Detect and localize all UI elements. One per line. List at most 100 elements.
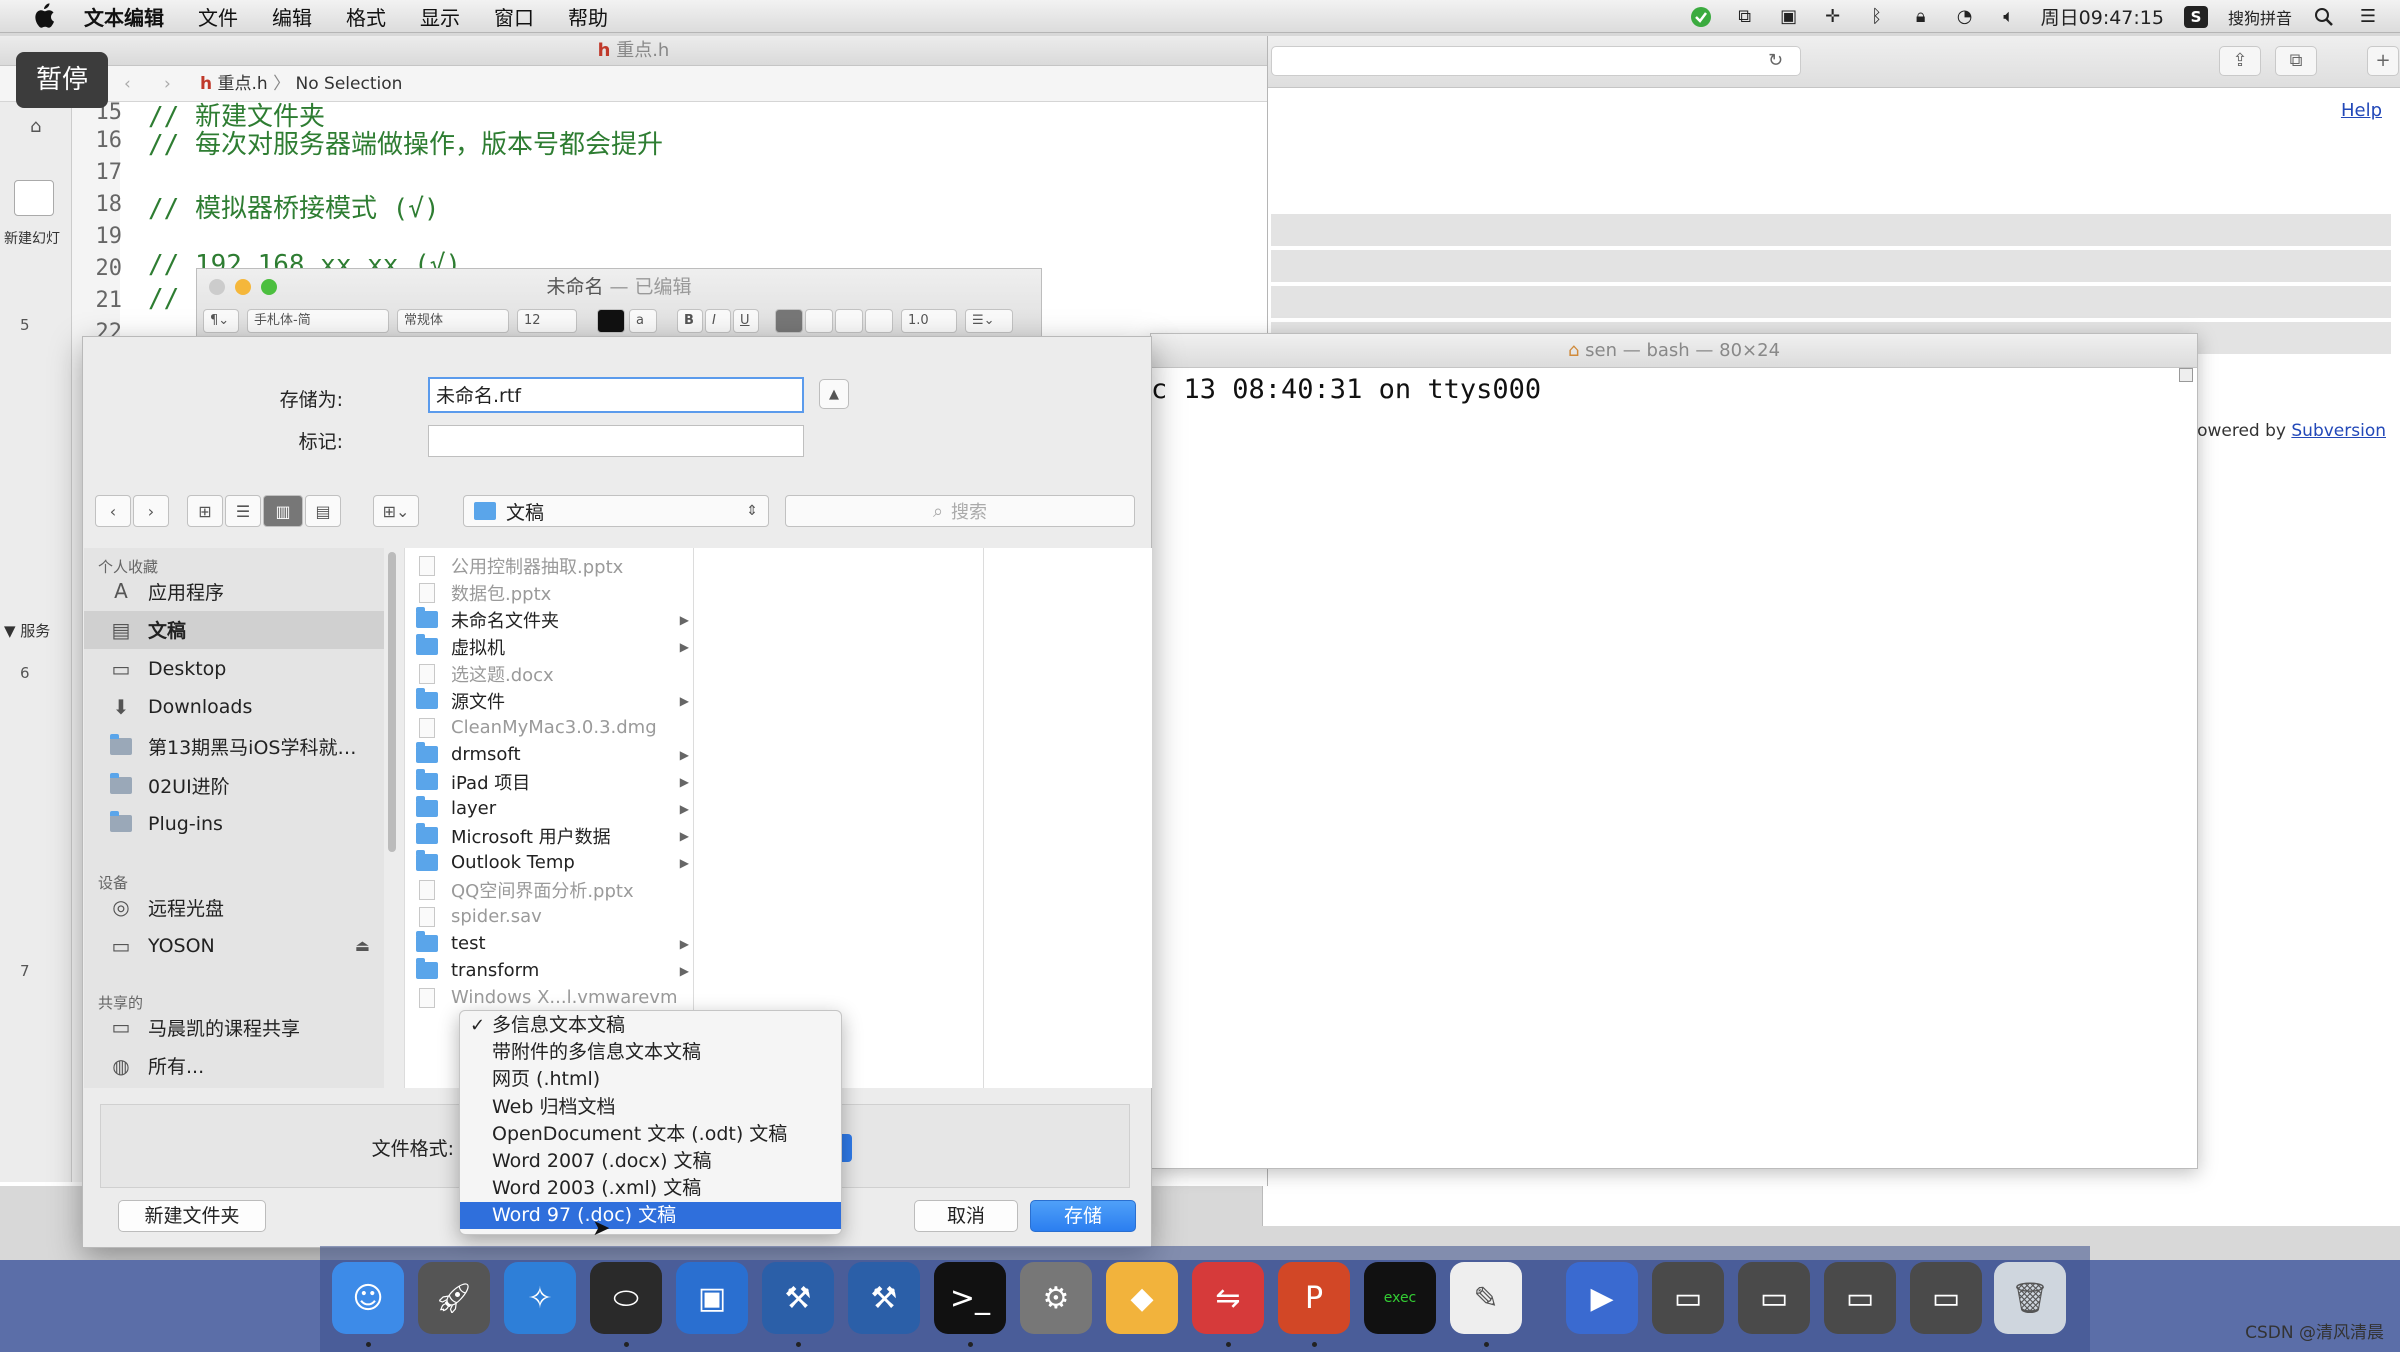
sidebar-scrollbar[interactable]: [388, 552, 396, 852]
sidebar-item[interactable]: ▤ 文稿: [84, 610, 384, 649]
reload-icon[interactable]: ↻: [1768, 50, 1783, 71]
menu-format[interactable]: 格式: [346, 2, 386, 31]
system-preferences-icon[interactable]: ⚙: [1020, 1262, 1092, 1334]
new-slide-label[interactable]: 新建幻灯: [4, 228, 60, 248]
screen2-icon[interactable]: ▭: [1738, 1262, 1810, 1334]
text-color-swatch[interactable]: [597, 309, 625, 333]
video-icon[interactable]: ▶: [1566, 1262, 1638, 1334]
format-option[interactable]: Word 97 (.doc) 文稿: [460, 1202, 841, 1230]
format-option[interactable]: Word 2003 (.xml) 文稿: [460, 1175, 841, 1202]
screen3-icon[interactable]: ▭: [1824, 1262, 1896, 1334]
file-row[interactable]: test ▶: [405, 930, 693, 957]
save-as-field[interactable]: 未命名.rtf: [428, 377, 804, 413]
sidebar-item[interactable]: ⬇ Downloads: [84, 688, 384, 726]
file-row[interactable]: drmsoft ▶: [405, 741, 693, 768]
code-line[interactable]: //: [148, 284, 179, 314]
location-popup[interactable]: 文稿 ⇕: [463, 495, 769, 527]
sidebar-item[interactable]: ▭ Desktop: [84, 650, 384, 688]
file-row[interactable]: 虚拟机 ▶: [405, 633, 693, 660]
spotlight-icon[interactable]: [2312, 6, 2336, 28]
menubar-clock[interactable]: 周日09:47:15: [2041, 3, 2164, 30]
bold-icon[interactable]: B: [677, 309, 703, 333]
terminal-output[interactable]: c 13 08:40:31 on ttys000: [1151, 374, 1541, 405]
safari-icon[interactable]: ✧: [504, 1262, 576, 1334]
close-icon[interactable]: [209, 279, 225, 295]
back-icon[interactable]: ‹: [124, 66, 131, 102]
underline-icon[interactable]: U: [733, 309, 759, 333]
crosshair-icon[interactable]: ✛: [1821, 6, 1845, 28]
new-folder-button[interactable]: 新建文件夹: [118, 1200, 266, 1232]
code-line[interactable]: // 每次对服务器端做操作，版本号都会提升: [148, 124, 663, 161]
status-green-icon[interactable]: [1689, 6, 1713, 28]
terminal-icon[interactable]: >_: [934, 1262, 1006, 1334]
menu-window[interactable]: 窗口: [494, 2, 534, 31]
address-field[interactable]: [1271, 46, 1801, 76]
sidebar-item[interactable]: ◍ 所有...: [84, 1047, 384, 1085]
highlight-color-icon[interactable]: a: [629, 309, 657, 333]
breadcrumb-selection[interactable]: No Selection: [296, 74, 403, 94]
align-right-icon[interactable]: [835, 309, 863, 333]
sidebar-item[interactable]: ▭ YOSON ⏏: [84, 927, 384, 965]
align-center-icon[interactable]: [805, 309, 833, 333]
finder-icon[interactable]: ☺: [332, 1262, 404, 1334]
sketch-icon[interactable]: ◆: [1106, 1262, 1178, 1334]
file-row[interactable]: 选这题.docx: [405, 660, 693, 687]
sidebar-item[interactable]: ▭ 马晨凯的课程共享: [84, 1008, 384, 1046]
justify-icon[interactable]: [865, 309, 893, 333]
screen1-icon[interactable]: ▭: [1652, 1262, 1724, 1334]
paragraph-style-select[interactable]: ¶⌄: [203, 309, 239, 333]
new-slide-icon[interactable]: [14, 180, 54, 216]
menu-file[interactable]: 文件: [198, 2, 238, 31]
file-row[interactable]: layer ▶: [405, 795, 693, 822]
sidebar-item[interactable]: 第13期黑马iOS学科就…: [84, 727, 384, 765]
file-row[interactable]: Outlook Temp ▶: [405, 849, 693, 876]
camera-icon[interactable]: ▣: [1777, 6, 1801, 28]
sidebar-item[interactable]: ◎ 远程光盘: [84, 888, 384, 926]
exec-icon[interactable]: exec: [1364, 1262, 1436, 1334]
sogou-icon[interactable]: S: [2183, 5, 2208, 28]
column-view-icon[interactable]: ▥: [263, 495, 303, 527]
file-row[interactable]: 源文件 ▶: [405, 687, 693, 714]
save-button[interactable]: 存储: [1030, 1200, 1136, 1232]
format-option[interactable]: 带附件的多信息文本文稿: [460, 1039, 841, 1066]
terminal-scroll-icon[interactable]: [2179, 368, 2193, 382]
apple-icon[interactable]: [30, 2, 58, 30]
file-row[interactable]: 未命名文件夹 ▶: [405, 606, 693, 633]
file-row[interactable]: QQ空间界面分析.pptx: [405, 876, 693, 903]
icon-view-icon[interactable]: ⊞: [187, 495, 223, 527]
input-method-label[interactable]: 搜狗拼音: [2228, 5, 2292, 29]
menu-app-name[interactable]: 文本编辑: [84, 2, 164, 31]
notification-list-icon[interactable]: ☰: [2356, 6, 2380, 28]
parallels-icon[interactable]: ⇋: [1192, 1262, 1264, 1334]
line-spacing-select[interactable]: 1.0: [901, 309, 957, 333]
file-row[interactable]: Windows X...l.vmwarevm: [405, 984, 693, 1011]
help-link[interactable]: Help: [2341, 100, 2382, 121]
forward-button[interactable]: ›: [133, 495, 169, 527]
menu-help[interactable]: 帮助: [568, 2, 608, 31]
sidebar-item[interactable]: 02UI进阶: [84, 766, 384, 804]
file-row[interactable]: spider.sav: [405, 903, 693, 930]
menu-view[interactable]: 显示: [420, 2, 460, 31]
mouse-icon[interactable]: ⬭: [590, 1262, 662, 1334]
eject-icon[interactable]: ⏏: [355, 936, 370, 955]
file-row[interactable]: CleanMyMac3.0.3.dmg: [405, 714, 693, 741]
list-view-icon[interactable]: ☰: [225, 495, 261, 527]
file-row[interactable]: transform ▶: [405, 957, 693, 984]
arrange-icon[interactable]: ⊞⌄: [373, 495, 419, 527]
pause-badge[interactable]: 暂停: [16, 52, 108, 108]
powerpoint-icon[interactable]: P: [1278, 1262, 1350, 1334]
list-style-icon[interactable]: ☰⌄: [965, 309, 1013, 333]
section-label[interactable]: ▼ 服务: [4, 620, 50, 641]
volume-icon[interactable]: 🔈︎: [1997, 6, 2021, 28]
file-row[interactable]: 数据包.pptx: [405, 579, 693, 606]
trash-icon[interactable]: 🗑︎: [1994, 1262, 2066, 1334]
lock-icon[interactable]: 🔒︎: [1909, 6, 1933, 28]
sidebar-item[interactable]: A 应用程序: [84, 572, 384, 610]
format-option[interactable]: 网页 (.html): [460, 1066, 841, 1093]
breadcrumb-file[interactable]: 重点.h: [218, 74, 268, 94]
back-button[interactable]: ‹: [95, 495, 131, 527]
cancel-button[interactable]: 取消: [914, 1200, 1018, 1232]
window-copy-icon[interactable]: ⧉: [1733, 6, 1757, 28]
font-style-select[interactable]: 常规体: [397, 309, 509, 333]
share-icon[interactable]: ⇪: [2219, 46, 2261, 76]
